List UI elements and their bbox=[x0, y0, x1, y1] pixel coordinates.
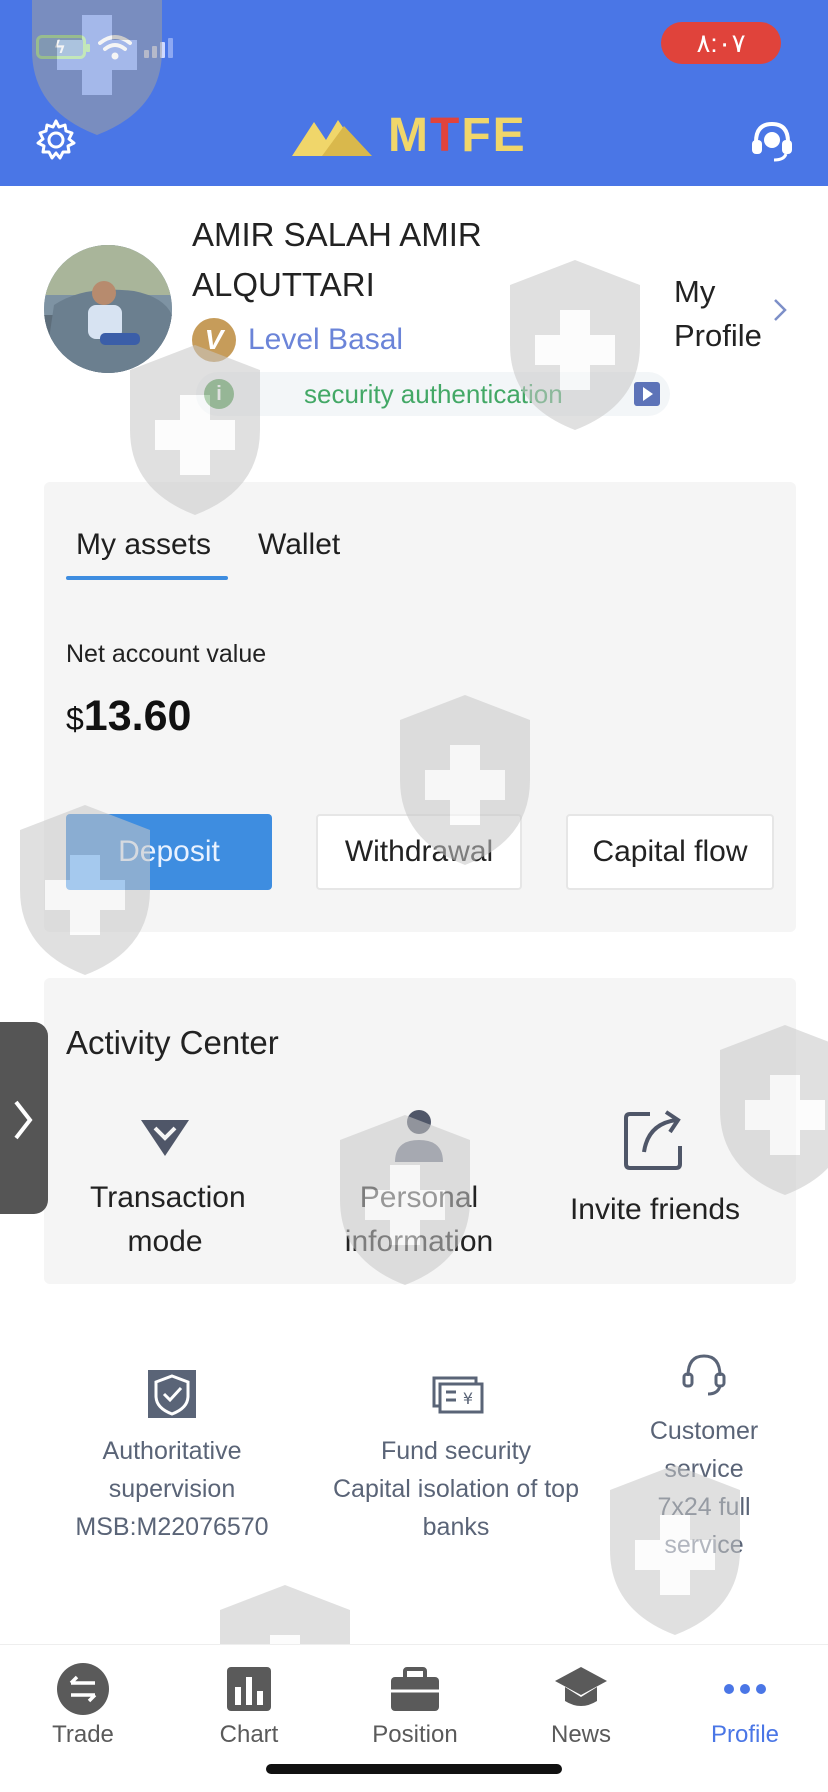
shield-check-icon bbox=[148, 1370, 196, 1418]
chevron-right-icon[interactable] bbox=[770, 296, 790, 324]
share-icon bbox=[624, 1110, 682, 1170]
tab-my-assets[interactable]: My assets bbox=[76, 528, 211, 562]
user-icon bbox=[395, 1110, 443, 1162]
nav-news[interactable]: News bbox=[498, 1661, 664, 1749]
deposit-button[interactable]: Deposit bbox=[66, 814, 272, 890]
status-bar-left: ϟ bbox=[36, 34, 173, 60]
feature-line: service bbox=[664, 1531, 744, 1559]
headset-icon bbox=[682, 1354, 726, 1396]
feature-line: Customer bbox=[649, 1417, 759, 1445]
wifi-icon bbox=[98, 35, 132, 60]
personal-information-label: Personal information bbox=[344, 1181, 494, 1258]
assets-card: My assets Wallet Net account value $13.6… bbox=[44, 482, 796, 932]
svg-text:¥: ¥ bbox=[463, 1389, 473, 1408]
nav-position[interactable]: Position bbox=[332, 1661, 498, 1749]
feature-line: Authoritative bbox=[102, 1437, 242, 1465]
security-authentication-label: security authentication bbox=[304, 378, 563, 409]
activity-center-card: Activity Center Transaction mode Persona… bbox=[44, 978, 796, 1284]
feature-line: service bbox=[664, 1455, 744, 1483]
signal-icon bbox=[144, 36, 173, 58]
withdrawal-button[interactable]: Withdrawal bbox=[316, 814, 522, 890]
graduation-cap-icon bbox=[555, 1667, 607, 1706]
customer-service-icon[interactable] bbox=[748, 116, 796, 164]
more-dots-icon bbox=[724, 1684, 766, 1694]
nav-chart[interactable]: Chart bbox=[166, 1661, 332, 1749]
fund-security-feature: ¥ Fund security Capital isolation of top… bbox=[306, 1366, 606, 1546]
avatar[interactable] bbox=[44, 245, 172, 373]
feature-line: supervision bbox=[108, 1475, 236, 1503]
net-account-value-label: Net account value bbox=[66, 640, 267, 668]
capital-flow-button[interactable]: Capital flow bbox=[566, 814, 774, 890]
security-authentication-bar[interactable]: i security authentication bbox=[196, 372, 670, 416]
mtfe-logo: MTFE bbox=[292, 108, 527, 163]
net-account-amount: 13.60 bbox=[83, 692, 192, 740]
transaction-mode-item[interactable]: Transaction mode bbox=[50, 1106, 280, 1264]
active-tab-indicator bbox=[66, 576, 228, 580]
chevron-right-icon bbox=[14, 1100, 33, 1140]
nav-trade[interactable]: Trade bbox=[0, 1661, 166, 1749]
app-header: ϟ ٨:٠٧ MTFE bbox=[0, 0, 828, 186]
level-label: Level Basal bbox=[248, 323, 404, 356]
feature-line: banks bbox=[422, 1513, 490, 1541]
feature-line: Capital isolation of top bbox=[333, 1475, 579, 1503]
transaction-mode-label: Transaction mode bbox=[90, 1181, 246, 1258]
nav-label: Trade bbox=[52, 1721, 114, 1748]
my-profile-link[interactable]: My Profile bbox=[674, 270, 770, 358]
battery-icon: ϟ bbox=[36, 35, 90, 59]
banknote-icon: ¥ bbox=[432, 1376, 484, 1414]
logo-mountain-icon bbox=[292, 119, 372, 156]
net-account-value: $13.60 bbox=[66, 692, 191, 741]
tab-wallet[interactable]: Wallet bbox=[258, 528, 340, 562]
info-icon: i bbox=[204, 379, 234, 409]
nav-label: Chart bbox=[219, 1721, 279, 1748]
invite-friends-label: Invite friends bbox=[569, 1193, 741, 1226]
side-drawer-handle[interactable] bbox=[0, 1022, 48, 1214]
logo-text: MTFE bbox=[388, 109, 527, 162]
personal-information-item[interactable]: Personal information bbox=[304, 1106, 534, 1264]
currency-symbol: $ bbox=[66, 701, 84, 737]
exchange-icon bbox=[57, 1663, 109, 1715]
nav-profile[interactable]: Profile bbox=[662, 1661, 828, 1749]
user-name: AMIR SALAH AMIR ALQUTTARI bbox=[192, 216, 482, 303]
avatar-photo bbox=[44, 245, 172, 373]
home-indicator bbox=[266, 1764, 562, 1774]
feature-line: Fund security bbox=[380, 1437, 532, 1465]
nav-label: Profile bbox=[710, 1721, 780, 1748]
user-level: V Level Basal bbox=[192, 318, 403, 362]
customer-service-feature: Customer service 7x24 full service bbox=[614, 1346, 794, 1564]
briefcase-icon bbox=[391, 1667, 439, 1711]
invite-friends-item[interactable]: Invite friends bbox=[540, 1106, 770, 1232]
play-icon[interactable] bbox=[634, 382, 660, 406]
diamond-icon bbox=[141, 1120, 189, 1156]
nav-label: Position bbox=[372, 1721, 458, 1748]
feature-line: 7x24 full bbox=[657, 1493, 751, 1521]
chart-icon bbox=[227, 1667, 271, 1711]
activity-center-title: Activity Center bbox=[66, 1024, 279, 1061]
settings-gear-icon[interactable] bbox=[34, 118, 78, 162]
status-time: ٨:٠٧ bbox=[661, 22, 781, 64]
nav-label: News bbox=[550, 1721, 611, 1748]
authoritative-supervision-feature: Authoritative supervision MSB:M22076570 bbox=[52, 1366, 292, 1546]
level-badge-icon: V bbox=[192, 318, 236, 362]
feature-line: MSB:M22076570 bbox=[75, 1513, 269, 1541]
